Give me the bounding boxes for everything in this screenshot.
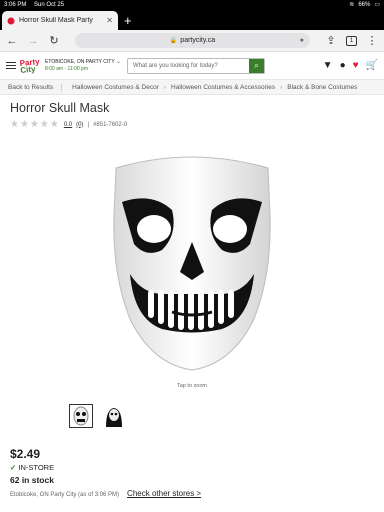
battery-icon: ▭	[374, 2, 380, 8]
status-date: Sun Oct 25	[34, 1, 65, 8]
screen: 3:06 PM Sun Oct 25 ≋ 66% ▭ Horror Skull …	[0, 0, 384, 512]
breadcrumb-separator: ›	[280, 83, 283, 91]
review-count[interactable]: (0)	[76, 122, 83, 128]
partycity-favicon	[7, 17, 15, 25]
search-icon[interactable]: ⌕	[249, 58, 264, 73]
check-other-stores-link[interactable]: Check other stores >	[127, 489, 201, 498]
close-tab-icon[interactable]: ✕	[106, 16, 113, 25]
filter-funnel-icon[interactable]: ▼	[323, 60, 333, 71]
stock-count: 62 in stock	[10, 475, 54, 485]
store-hours: 8:00 am - 11:00 pm	[45, 65, 89, 72]
url-toolbar: ← → ↻ 🔒 partycity.ca ● ⇪ 1 ⋮	[0, 30, 384, 52]
store-selector[interactable]: ETOBICOKE, ON PARTY CITY ⌄ 8:00 am - 11:…	[45, 59, 121, 73]
rating-row: ★★★★★ 0.0 (0) | #851-7602-0	[0, 119, 384, 130]
url-text: partycity.ca	[180, 37, 216, 44]
browser-chrome: 3:06 PM Sun Oct 25 ≋ 66% ▭ Horror Skull …	[0, 0, 384, 30]
tab-switcher-button[interactable]: 1	[346, 35, 357, 46]
party-city-logo[interactable]: Party City	[19, 56, 40, 74]
thumbnail-mask-front[interactable]	[69, 404, 93, 428]
cart-icon[interactable]: 🛒	[366, 60, 378, 71]
share-icon[interactable]: ⇪	[325, 34, 337, 47]
product-price: $2.49	[10, 447, 41, 461]
sku-divider: |	[87, 121, 90, 128]
product-sku: #851-7602-0	[93, 121, 128, 128]
product-title: Horror Skull Mask	[10, 101, 110, 115]
store-availability: Etobicoke, ON Party City (as of 3:06 PM)…	[10, 489, 201, 498]
search-input[interactable]: What are you looking for today?	[128, 59, 249, 73]
menu-icon[interactable]	[6, 60, 16, 72]
breadcrumb-separator: ›	[163, 83, 167, 91]
breadcrumb-item[interactable]: Halloween Costumes & Accessories	[171, 84, 275, 91]
wifi-icon: ≋	[349, 2, 355, 8]
wishlist-heart-icon[interactable]: ♥	[353, 60, 359, 71]
forward-arrow-icon[interactable]: →	[27, 35, 39, 47]
tab-title: Horror Skull Mask Party	[19, 17, 93, 24]
back-to-results-link[interactable]: Back to Results	[8, 83, 63, 91]
chevron-down-icon: ⌄	[115, 58, 121, 65]
site-header: Party City ETOBICOKE, ON PARTY CITY ⌄ 8:…	[0, 52, 384, 80]
breadcrumb-item[interactable]: Halloween Costumes & Decor	[72, 84, 159, 91]
account-icon[interactable]: ●	[340, 60, 346, 71]
battery-percent: 66%	[358, 1, 371, 8]
address-bar[interactable]: 🔒 partycity.ca ●	[75, 33, 310, 48]
checkmark-icon: ✓	[10, 463, 17, 472]
status-bar: 3:06 PM Sun Oct 25 ≋ 66% ▭	[0, 0, 384, 9]
new-tab-icon[interactable]: +	[124, 11, 132, 30]
thumbnail-mask-worn[interactable]	[102, 404, 126, 428]
rating-value[interactable]: 0.0	[64, 122, 72, 128]
image-thumbnails	[69, 404, 126, 428]
breadcrumb-item[interactable]: Black & Bone Costumes	[287, 84, 357, 91]
breadcrumb: Back to Results Halloween Costumes & Dec…	[0, 80, 384, 95]
store-name: ETOBICOKE, ON PARTY CITY	[45, 58, 115, 65]
star-rating-icon[interactable]: ★★★★★	[10, 119, 60, 130]
availability-status: ✓ IN-STORE	[10, 463, 55, 472]
reload-icon[interactable]: ↻	[48, 34, 60, 47]
back-arrow-icon[interactable]: ←	[6, 35, 18, 47]
tap-to-zoom-hint: Tap to zoom	[177, 383, 207, 389]
browser-tab[interactable]: Horror Skull Mask Party ✕	[2, 11, 118, 30]
more-menu-icon[interactable]: ⋮	[366, 34, 378, 47]
product-image[interactable]	[102, 154, 282, 380]
search-bar[interactable]: What are you looking for today? ⌕	[127, 57, 265, 74]
status-time: 3:06 PM	[4, 1, 27, 8]
lock-icon: 🔒	[169, 38, 178, 44]
microphone-icon[interactable]: ●	[300, 37, 304, 44]
availability-location: Etobicoke, ON Party City (as of 3:06 PM)	[10, 492, 120, 498]
